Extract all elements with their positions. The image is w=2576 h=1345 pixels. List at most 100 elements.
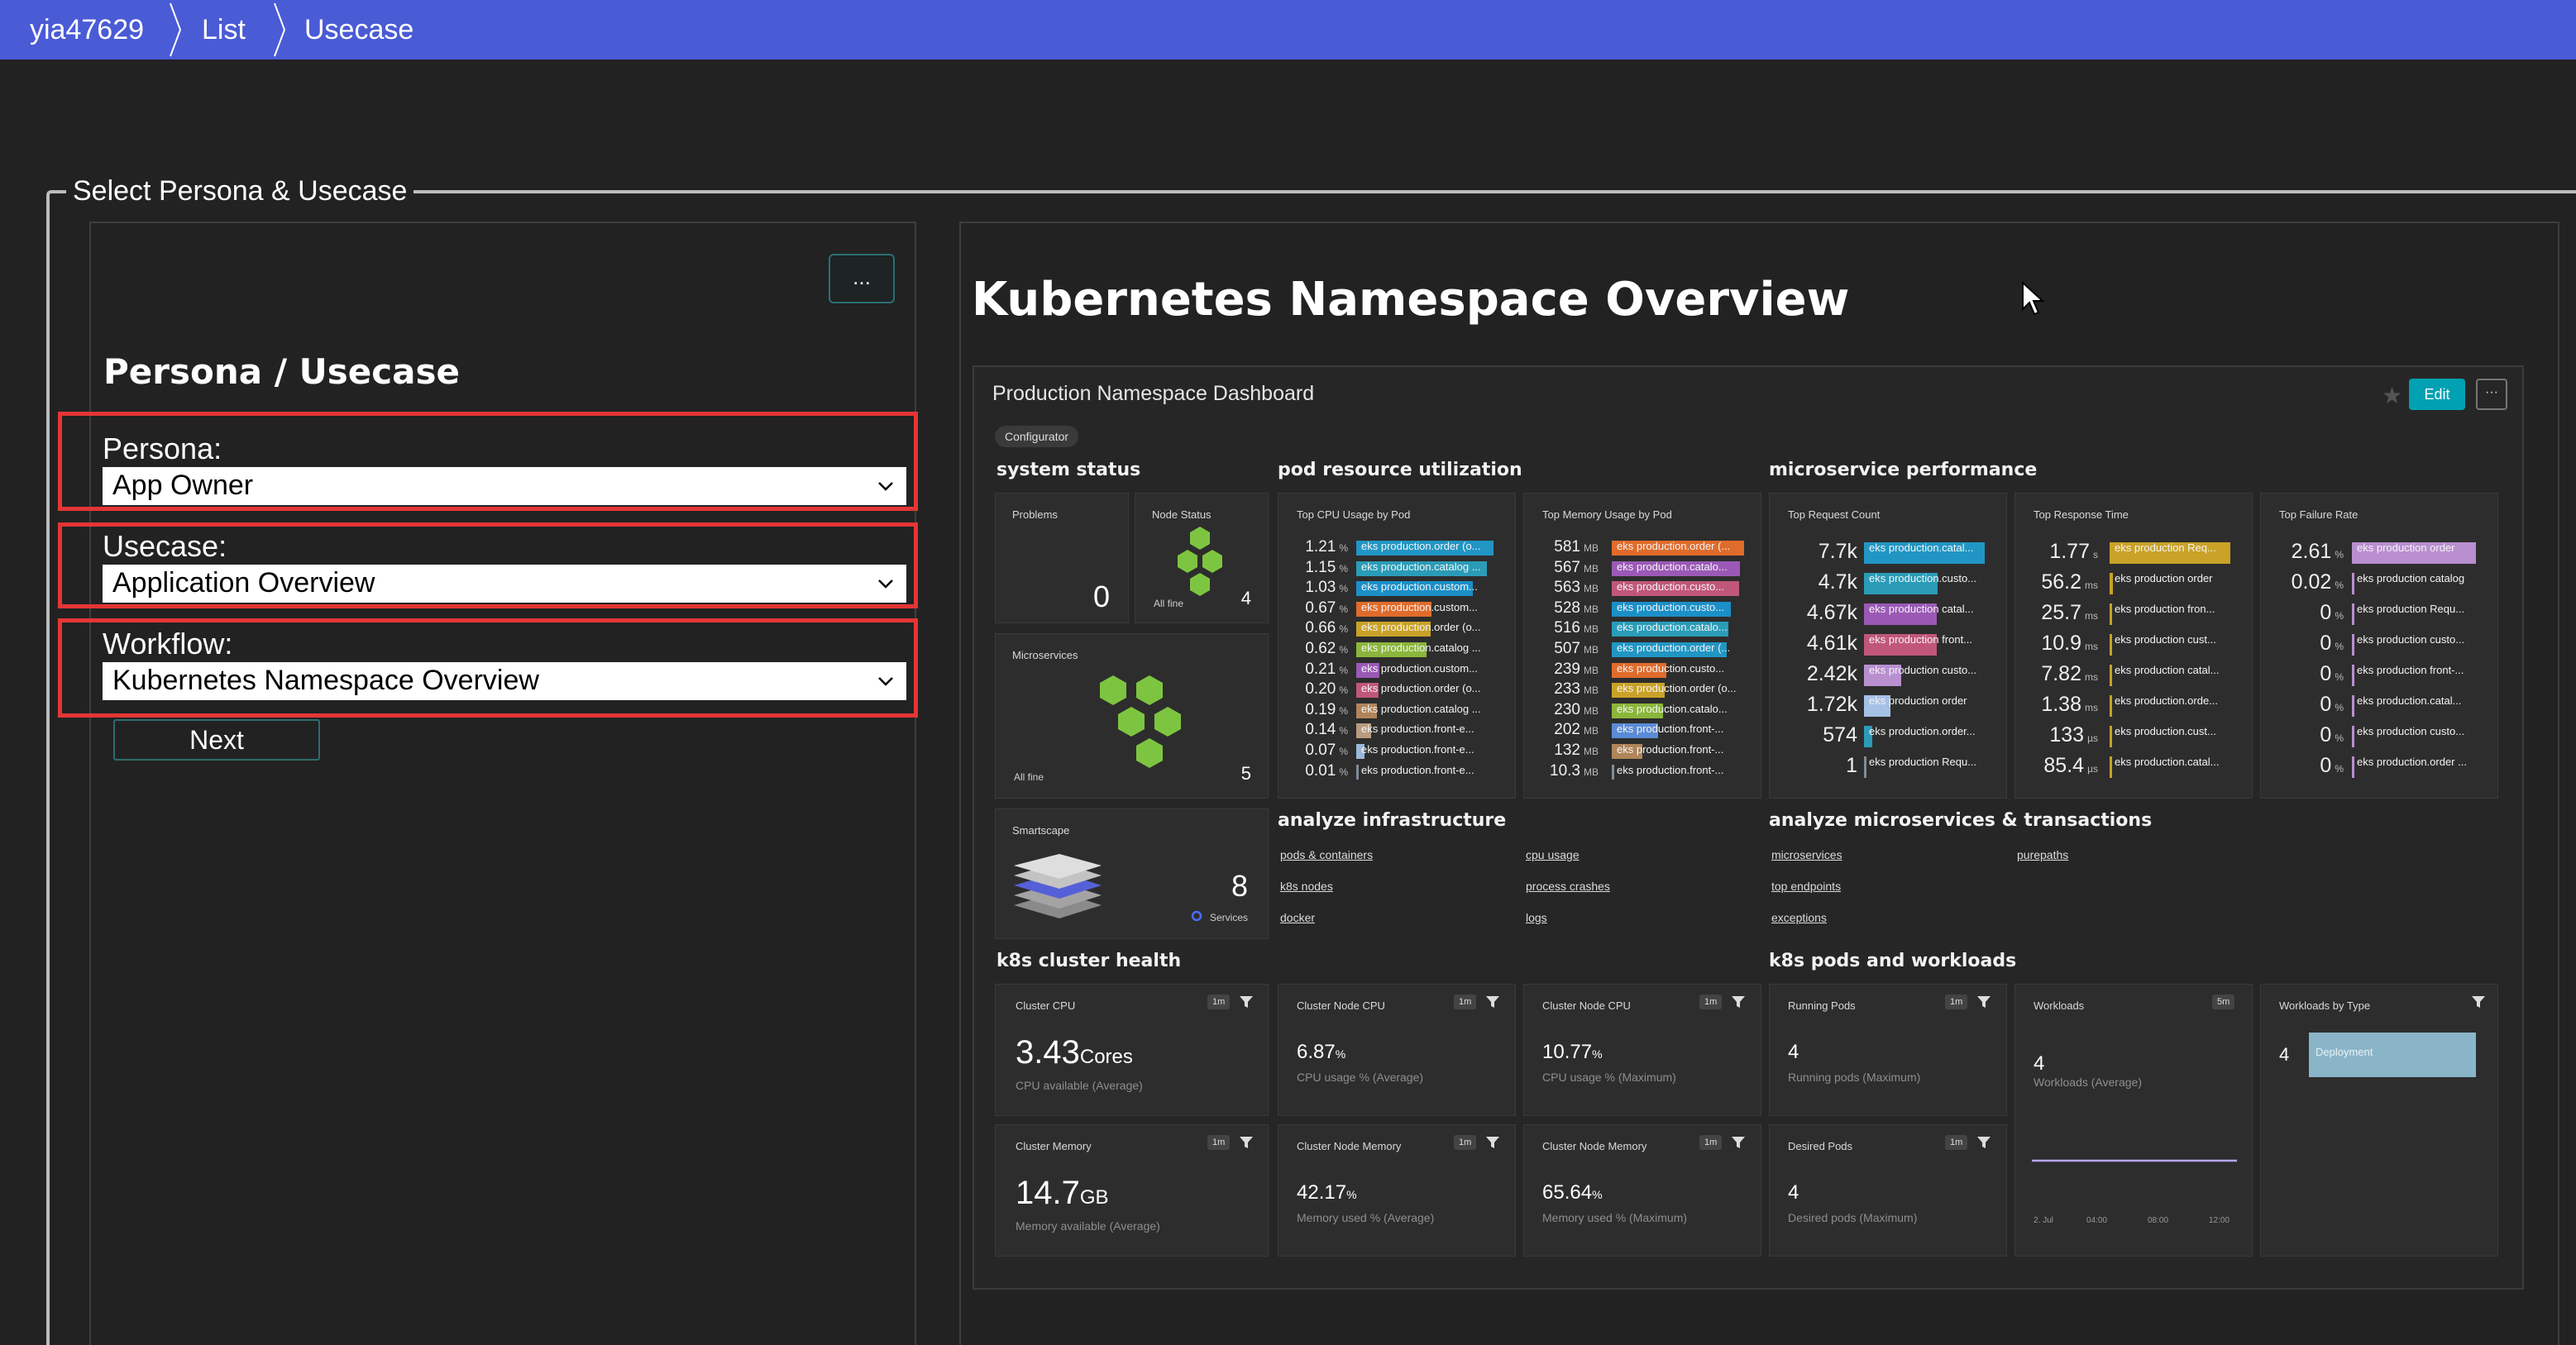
cpu-usage-tile[interactable]: Top CPU Usage by Pod 1.21% eks production… (1278, 493, 1516, 799)
microservices-tile[interactable]: Microservices All fine 5 (995, 633, 1269, 799)
list-row[interactable]: 25.7 ms eks production fron... (2015, 601, 2253, 625)
failure-rate-tile[interactable]: Top Failure Rate 2.61% eks production ord… (2260, 493, 2498, 799)
list-row[interactable]: 0.01% eks production.front-e... (1278, 762, 1517, 780)
problems-tile[interactable]: Problems 0 (995, 493, 1129, 623)
row-number: 133 (2049, 723, 2085, 746)
list-row[interactable]: 1.03% eks production.custom... (1278, 579, 1517, 597)
list-row[interactable]: 1.38 ms eks production.orde... (2015, 693, 2253, 717)
next-button[interactable]: Next (113, 719, 320, 761)
list-row[interactable]: 581 MB eks production.order (... (1524, 538, 1762, 556)
list-row[interactable]: 202 MB eks production.front-... (1524, 721, 1762, 739)
list-row[interactable]: 132 MB eks production.front-... (1524, 742, 1762, 760)
list-row[interactable]: 7.82 ms eks production catal... (2015, 662, 2253, 686)
favorite-star-icon[interactable]: ★ (2382, 382, 2402, 409)
list-row[interactable]: 233 MB eks production.order (o... (1524, 680, 1762, 699)
list-row[interactable]: 0.62% eks production.catalog ... (1278, 640, 1517, 658)
filter-icon[interactable] (1976, 994, 1991, 1009)
list-row[interactable]: 0% eks production front-... (2261, 662, 2499, 686)
list-row[interactable]: 1.77 s eks production Req... (2015, 540, 2253, 564)
list-row[interactable]: 1 eks production Requ... (1770, 754, 2008, 778)
link-process-crashes[interactable]: process crashes (1526, 880, 1610, 893)
workloads-tile[interactable]: Workloads 5m 4 Workloads (Average) 2. Ju… (2014, 984, 2253, 1257)
list-row[interactable]: 0.14% eks production.front-e... (1278, 721, 1517, 739)
list-row[interactable]: 0.02% eks production catalog (2261, 570, 2499, 594)
list-row[interactable]: 0.21% eks production.custom... (1278, 661, 1517, 679)
smartscape-count: 8 (1231, 869, 1248, 903)
response-time-tile[interactable]: Top Response Time 1.77 s eks production Re… (2014, 493, 2253, 799)
desired-pods-tile[interactable]: Desired Pods 1m 4 Desired pods (Maximum) (1769, 1124, 2007, 1257)
list-row[interactable]: 2.42k eks production custo... (1770, 662, 2008, 686)
filter-icon[interactable] (1731, 1135, 1746, 1150)
breadcrumb-user[interactable]: yia47629 (30, 0, 144, 60)
node-cpu-max-tile[interactable]: Cluster Node CPU 1m 10.77% CPU usage % (… (1523, 984, 1761, 1116)
list-row[interactable]: 0% eks production custo... (2261, 723, 2499, 747)
smartscape-tile[interactable]: Smartscape 8 Services (995, 808, 1269, 939)
filter-icon[interactable] (1976, 1135, 1991, 1150)
link-logs[interactable]: logs (1526, 911, 1547, 924)
persona-select[interactable]: App Owner (103, 467, 906, 505)
list-row[interactable]: 0% eks production custo... (2261, 632, 2499, 656)
more-options-button[interactable]: ... (829, 254, 895, 303)
list-row[interactable]: 574 eks production.order... (1770, 723, 2008, 747)
list-row[interactable]: 4.61k eks production front... (1770, 632, 2008, 656)
request-count-tile[interactable]: Top Request Count 7.7k eks production.cat… (1769, 493, 2007, 799)
list-row[interactable]: 4.67k eks production catal... (1770, 601, 2008, 625)
node-memory-avg-tile[interactable]: Cluster Node Memory 1m 42.17% Memory use… (1278, 1124, 1516, 1257)
link-cpu-usage[interactable]: cpu usage (1526, 848, 1580, 861)
list-row[interactable]: 528 MB eks production.custo... (1524, 599, 1762, 618)
list-row[interactable]: 1.72k eks production order (1770, 693, 2008, 717)
list-row[interactable]: 10.3 MB eks production.front-... (1524, 762, 1762, 780)
link-k8s-nodes[interactable]: k8s nodes (1280, 880, 1333, 893)
list-row[interactable]: 2.61% eks production order (2261, 540, 2499, 564)
list-row[interactable]: 56.2 ms eks production order (2015, 570, 2253, 594)
filter-icon[interactable] (2471, 994, 2486, 1009)
dashboard-more-button[interactable]: ··· (2476, 379, 2507, 410)
list-row[interactable]: 0.66% eks production.order (o... (1278, 619, 1517, 637)
list-row[interactable]: 0.67% eks production.custom... (1278, 599, 1517, 618)
list-row[interactable]: 563 MB eks production.custo... (1524, 579, 1762, 597)
breadcrumb-list[interactable]: List (202, 0, 246, 60)
filter-icon[interactable] (1731, 994, 1746, 1009)
list-row[interactable]: 0% eks production.order ... (2261, 754, 2499, 778)
node-memory-max-tile[interactable]: Cluster Node Memory 1m 65.64% Memory use… (1523, 1124, 1761, 1257)
list-row[interactable]: 133 µs eks production.cust... (2015, 723, 2253, 747)
edit-button[interactable]: Edit (2409, 379, 2465, 410)
list-row[interactable]: 507 MB eks production.order (... (1524, 640, 1762, 658)
list-row[interactable]: 516 MB eks production.catalo... (1524, 619, 1762, 637)
cluster-memory-tile[interactable]: Cluster Memory 1m 14.7GB Memory availabl… (995, 1124, 1269, 1257)
list-row[interactable]: 0% eks production.catal... (2261, 693, 2499, 717)
list-row[interactable]: 10.9 ms eks production cust... (2015, 632, 2253, 656)
list-row[interactable]: 1.21% eks production.order (o... (1278, 538, 1517, 556)
node-status-tile[interactable]: Node Status All fine 4 (1135, 493, 1269, 623)
workloads-by-type-tile[interactable]: Workloads by Type 4 Deployment (2260, 984, 2498, 1257)
workflow-select[interactable]: Kubernetes Namespace Overview (103, 662, 906, 700)
link-top-endpoints[interactable]: top endpoints (1771, 880, 1841, 893)
list-row[interactable]: 230 MB eks production.catalo... (1524, 701, 1762, 719)
list-row[interactable]: 239 MB eks production.custo... (1524, 661, 1762, 679)
list-row[interactable]: 0.19% eks production.catalog ... (1278, 701, 1517, 719)
filter-icon[interactable] (1239, 1135, 1254, 1150)
list-row[interactable]: 4.7k eks production.custo... (1770, 570, 2008, 594)
list-row[interactable]: 7.7k eks production.catal... (1770, 540, 2008, 564)
list-row[interactable]: 1.15% eks production.catalog ... (1278, 559, 1517, 577)
memory-usage-tile[interactable]: Top Memory Usage by Pod 581 MB eks product… (1523, 493, 1761, 799)
list-row[interactable]: 567 MB eks production.catalo... (1524, 559, 1762, 577)
link-exceptions[interactable]: exceptions (1771, 911, 1827, 924)
running-pods-tile[interactable]: Running Pods 1m 4 Running pods (Maximum) (1769, 984, 2007, 1116)
list-row[interactable]: 85.4 µs eks production.catal... (2015, 754, 2253, 778)
filter-icon[interactable] (1485, 1135, 1500, 1150)
link-pods-containers[interactable]: pods & containers (1280, 848, 1373, 861)
node-cpu-avg-title: Cluster Node CPU (1297, 999, 1385, 1012)
configurator-tag[interactable]: Configurator (995, 426, 1079, 447)
cluster-cpu-tile[interactable]: Cluster CPU 1m 3.43Cores CPU available (… (995, 984, 1269, 1116)
node-cpu-avg-tile[interactable]: Cluster Node CPU 1m 6.87% CPU usage % (A… (1278, 984, 1516, 1116)
usecase-select[interactable]: Application Overview (103, 565, 906, 603)
link-microservices[interactable]: microservices (1771, 848, 1842, 861)
link-purepaths[interactable]: purepaths (2017, 848, 2068, 861)
list-row[interactable]: 0.07% eks production.front-e... (1278, 742, 1517, 760)
filter-icon[interactable] (1485, 994, 1500, 1009)
list-row[interactable]: 0% eks production Requ... (2261, 601, 2499, 625)
link-docker[interactable]: docker (1280, 911, 1315, 924)
list-row[interactable]: 0.20% eks production.order (o... (1278, 680, 1517, 699)
filter-icon[interactable] (1239, 994, 1254, 1009)
